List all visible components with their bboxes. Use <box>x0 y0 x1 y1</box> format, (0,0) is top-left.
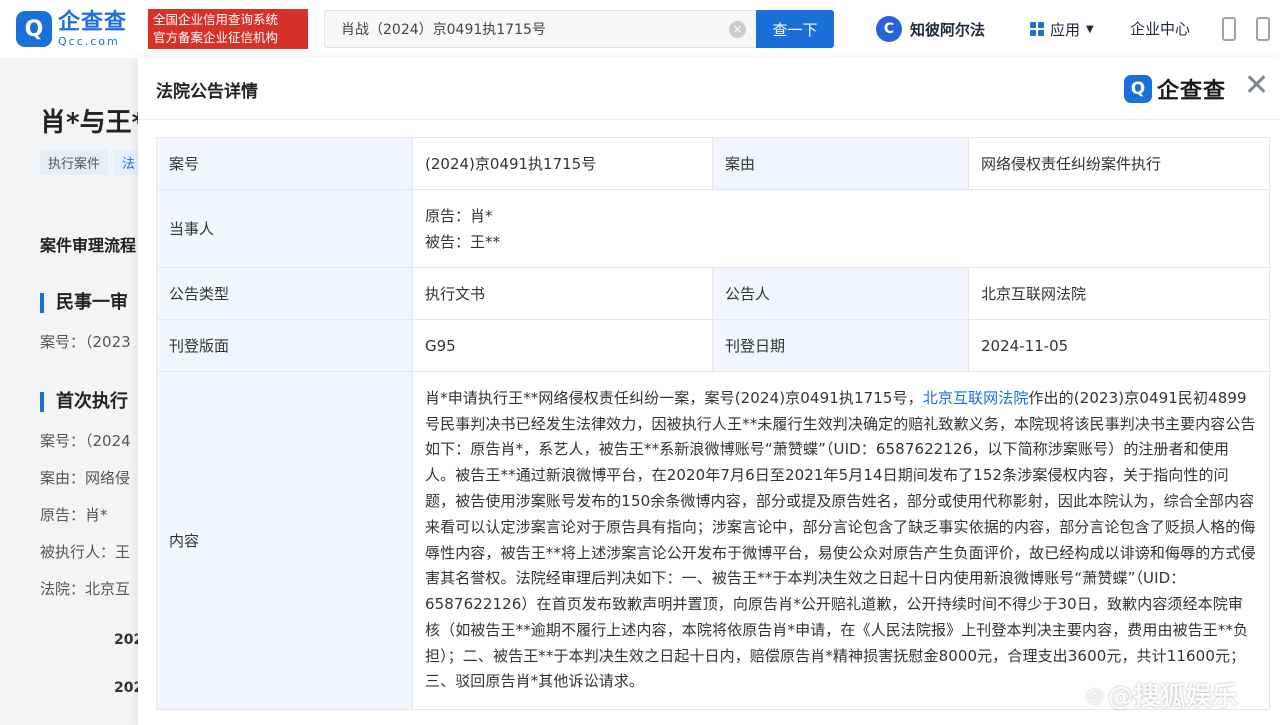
type-value: 执行文书 <box>412 267 713 320</box>
section-first-execution: 首次执行 <box>40 392 128 412</box>
apps-menu[interactable]: 应用 ▼ <box>1030 15 1094 43</box>
close-icon[interactable]: ✕ <box>1244 71 1269 101</box>
table-row: 当事人 原告：肖* 被告：王** <box>156 189 1270 268</box>
s1-case-number: 案号：（2023 <box>40 333 131 351</box>
plaintiff: 原告：肖* <box>425 206 493 225</box>
zhibi-alpha-link[interactable]: C 知彼阿尔法 <box>876 15 985 43</box>
clear-icon[interactable]: × <box>729 21 746 38</box>
apps-grid-icon <box>1030 22 1044 36</box>
cause-label: 案由 <box>712 137 969 190</box>
case-no-link[interactable]: (2024)京0491执1715号 <box>412 137 713 190</box>
enterprise-center-link[interactable]: 企业中心 <box>1130 18 1190 39</box>
case-tags: 执行案件 法 <box>40 150 144 175</box>
badge-line-1: 全国企业信用查询系统 <box>153 12 279 27</box>
case-no-label: 案号 <box>156 137 413 190</box>
content-part-1: 肖*申请执行王**网络侵权责任纠纷一案，案号(2024)京0491执1715号， <box>425 388 923 407</box>
announcer-value: 北京互联网法院 <box>968 267 1270 320</box>
tag-execution-case[interactable]: 执行案件 <box>40 150 109 175</box>
table-row: 案号 (2024)京0491执1715号 案由 网络侵权责任纠纷案件执行 <box>156 137 1270 190</box>
party-value: 原告：肖* 被告：王** <box>412 189 1270 268</box>
type-label: 公告类型 <box>156 267 413 320</box>
logo-cn: 企查查 <box>58 9 128 35</box>
watermark-text: @搜狐娱乐 <box>1107 682 1238 712</box>
table-row: 刊登版面 G95 刊登日期 2024-11-05 <box>156 319 1270 372</box>
modal-title: 法院公告详情 <box>156 82 258 102</box>
device-icon[interactable] <box>1256 17 1270 41</box>
party-label: 当事人 <box>156 189 413 268</box>
date-value: 2024-11-05 <box>968 319 1270 372</box>
modal-divider <box>138 119 1280 120</box>
s2-executed-party: 被执行人：王 <box>40 543 131 561</box>
content-label: 内容 <box>156 371 413 710</box>
badge-line-2: 官方备案企业征信机构 <box>153 30 279 45</box>
qcc-mark-icon: Q <box>1124 75 1152 103</box>
qcc-logo[interactable]: Q 企查查 Qcc.com <box>16 10 127 48</box>
credit-system-badge: 全国企业信用查询系统 官方备案企业征信机构 <box>148 9 308 49</box>
defendant: 被告：王** <box>425 232 501 251</box>
modal-qcc-logo: Q 企查查 <box>1124 73 1226 105</box>
s2-court: 法院：北京互 <box>40 580 131 598</box>
s2-case-number: 案号：（2024 <box>40 432 131 450</box>
page-label: 刊登版面 <box>156 319 413 372</box>
court-notice-modal: 法院公告详情 Q 企查查 ✕ 案号 (2024)京0491执1715号 案由 网… <box>138 57 1280 725</box>
search-button[interactable]: 查一下 <box>756 10 834 48</box>
qcc-logo-text: 企查查 Qcc.com <box>58 9 128 48</box>
case-flow-title: 案件审理流程 <box>40 236 137 255</box>
top-bar: Q 企查查 Qcc.com 全国企业信用查询系统 官方备案企业征信机构 肖战（2… <box>0 0 1280 58</box>
announcer-label: 公告人 <box>712 267 969 320</box>
content-value: 肖*申请执行王**网络侵权责任纠纷一案，案号(2024)京0491执1715号，… <box>412 371 1270 710</box>
cause-value: 网络侵权责任纠纷案件执行 <box>968 137 1270 190</box>
table-row: 公告类型 执行文书 公告人 北京互联网法院 <box>156 267 1270 320</box>
notice-detail-table: 案号 (2024)京0491执1715号 案由 网络侵权责任纠纷案件执行 当事人… <box>156 137 1270 710</box>
phone-icon[interactable] <box>1222 17 1236 41</box>
qcc-logo-icon: Q <box>16 11 52 47</box>
chevron-down-icon: ▼ <box>1086 23 1094 35</box>
s2-cause: 案由：网络侵 <box>40 469 131 487</box>
section-civil-first-instance: 民事一审 <box>40 293 128 313</box>
page-value: G95 <box>412 319 713 372</box>
date-label: 刊登日期 <box>712 319 969 372</box>
content-part-2: 作出的(2023)京0491民初4899号民事判决书已经发生法律效力，因被执行人… <box>425 388 1256 691</box>
weibo-icon: ◎ <box>1086 682 1104 707</box>
s2-plaintiff: 原告：肖* <box>40 506 108 524</box>
table-row: 内容 肖*申请执行王**网络侵权责任纠纷一案，案号(2024)京0491执171… <box>156 371 1270 710</box>
logo-en: Qcc.com <box>58 34 120 48</box>
apps-label: 应用 <box>1050 20 1081 39</box>
zhibi-logo-icon: C <box>876 16 902 42</box>
court-link[interactable]: 北京互联网法院 <box>923 389 1029 407</box>
search-input[interactable]: 肖战（2024）京0491执1715号 × <box>324 10 756 48</box>
sohu-watermark: ◎ @搜狐娱乐 <box>1086 676 1237 713</box>
qcc-logo-text: 企查查 <box>1157 79 1227 104</box>
zhibi-label: 知彼阿尔法 <box>910 20 986 39</box>
search-value: 肖战（2024）京0491执1715号 <box>341 22 546 38</box>
